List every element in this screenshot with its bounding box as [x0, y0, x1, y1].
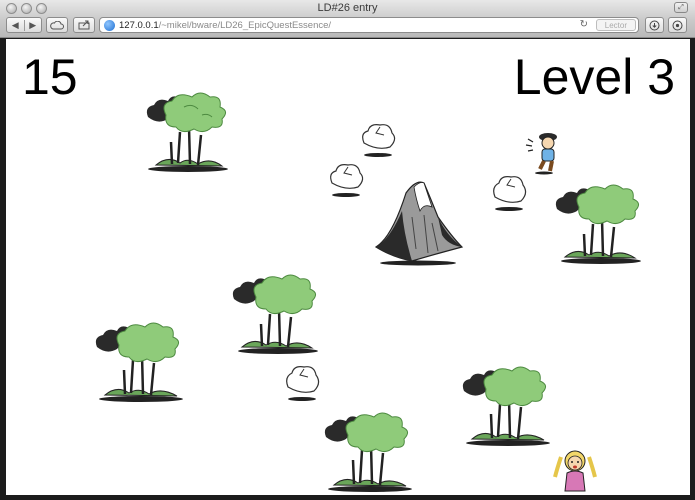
- window-title: LD#26 entry: [317, 2, 378, 14]
- ghost-icon: [286, 366, 320, 401]
- back-button[interactable]: ◀: [7, 20, 24, 31]
- url-path: /~mikel/bware/LD26_EpicQuestEssence/: [158, 19, 332, 31]
- cloud-icon: [50, 20, 64, 29]
- share-button[interactable]: [73, 17, 95, 33]
- mountain-icon: [374, 181, 464, 266]
- globe-icon: [104, 19, 115, 31]
- forward-button[interactable]: ▶: [23, 19, 42, 31]
- address-bar[interactable]: 127.0.0.1/~mikel/bware/LD26_EpicQuestEss…: [99, 17, 639, 33]
- ghost-icon: [330, 164, 364, 197]
- ghost-icon: [493, 176, 527, 211]
- reload-icon[interactable]: ↻: [580, 19, 588, 30]
- princess-icon: [553, 450, 597, 492]
- download-icon: [649, 20, 660, 30]
- browser-window: LD#26 entry ⤢ ◀ ▶ 127.0.0.1/~mikel/bware…: [0, 0, 695, 500]
- game-canvas[interactable]: 15 Level 3: [6, 39, 690, 495]
- level-indicator: Level 3: [513, 49, 675, 105]
- titlebar: LD#26 entry ⤢ ◀ ▶ 127.0.0.1/~mikel/bware…: [0, 0, 695, 38]
- downloads-button[interactable]: [645, 17, 664, 33]
- url-host: 127.0.0.1: [119, 19, 159, 31]
- nav-buttons: ◀ ▶: [6, 17, 42, 33]
- tree-icon: [146, 92, 228, 172]
- icloud-button[interactable]: [46, 17, 68, 33]
- hero-icon[interactable]: [524, 129, 564, 177]
- tree-icon: [324, 412, 412, 492]
- tree-icon: [95, 322, 183, 402]
- score-counter: 15: [22, 49, 78, 105]
- extensions-button[interactable]: [668, 17, 687, 33]
- tree-icon: [555, 184, 641, 264]
- reader-button[interactable]: Lector: [595, 19, 636, 31]
- gear-icon: [672, 20, 683, 30]
- fullscreen-icon[interactable]: ⤢: [674, 2, 688, 13]
- ghost-icon: [362, 124, 396, 157]
- tree-icon: [232, 274, 318, 354]
- share-icon: [78, 20, 90, 30]
- tree-icon: [462, 366, 550, 446]
